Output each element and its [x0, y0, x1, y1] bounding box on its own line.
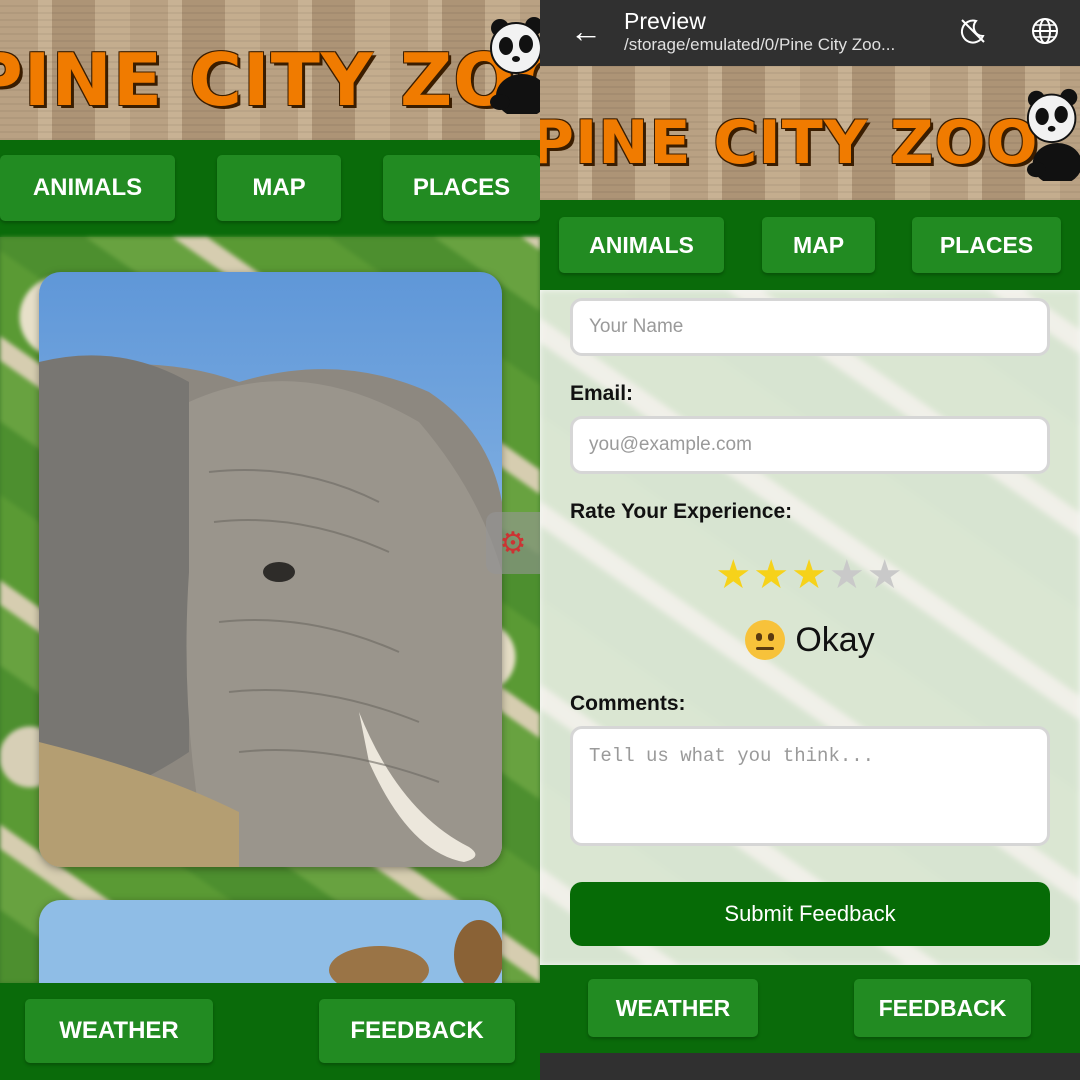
panda-logo: [490, 17, 540, 114]
submit-feedback-button[interactable]: Submit Feedback: [570, 882, 1050, 946]
rating-result: Okay: [540, 620, 1080, 660]
top-nav: ANIMALS MAP PLACES: [540, 200, 1080, 290]
nav-map-button[interactable]: MAP: [762, 217, 875, 273]
bottom-nav: WEATHER FEEDBACK: [0, 983, 540, 1080]
header-banner: PINE CITY ZOO: [540, 66, 1080, 200]
star-1-icon[interactable]: ★: [715, 552, 753, 598]
top-nav: ANIMALS MAP PLACES: [0, 140, 540, 237]
nav-animals-button[interactable]: ANIMALS: [559, 217, 724, 273]
rate-label: Rate Your Experience:: [570, 500, 793, 523]
nav-weather-button[interactable]: WEATHER: [588, 979, 758, 1037]
nav-feedback-button[interactable]: FEEDBACK: [319, 999, 515, 1063]
preview-file-path: /storage/emulated/0/Pine City Zoo...: [624, 35, 896, 54]
nav-map-button[interactable]: MAP: [217, 155, 341, 221]
feedback-form: Your Name Email: you@example.com Rate Yo…: [540, 290, 1080, 965]
name-input[interactable]: Your Name: [570, 298, 1050, 356]
settings-gear-icon[interactable]: ⚙: [486, 512, 540, 574]
preview-title: Preview: [624, 8, 706, 34]
left-app-screen: PINE CITY ZOO ANIMALS MAP PLACES: [0, 0, 540, 1080]
elephant-photo-card[interactable]: [39, 272, 502, 867]
header-banner: PINE CITY ZOO: [0, 0, 540, 140]
comments-textarea[interactable]: Tell us what you think...: [570, 726, 1050, 846]
back-arrow-icon[interactable]: ←: [570, 14, 602, 48]
elephant-photo: [39, 272, 502, 867]
email-input[interactable]: you@example.com: [570, 416, 1050, 474]
right-preview-screen: ← Preview /storage/emulated/0/Pine City …: [540, 0, 1080, 1080]
nav-places-button[interactable]: PLACES: [383, 155, 540, 221]
star-5-icon[interactable]: ★: [867, 552, 905, 598]
star-3-icon[interactable]: ★: [791, 552, 829, 598]
nav-places-button[interactable]: PLACES: [912, 217, 1061, 273]
bottom-nav: WEATHER FEEDBACK: [540, 965, 1080, 1053]
email-label: Email:: [570, 382, 634, 405]
panda-logo: [1026, 88, 1080, 181]
brand-title: PINE CITY ZOO: [540, 108, 1039, 178]
globe-icon[interactable]: [1026, 12, 1064, 50]
nav-feedback-button[interactable]: FEEDBACK: [854, 979, 1031, 1037]
system-nav-bar: [540, 1053, 1080, 1080]
nav-weather-button[interactable]: WEATHER: [25, 999, 213, 1063]
rating-text: Okay: [795, 620, 875, 659]
star-rating: ★★★★★: [540, 552, 1080, 598]
brand-title: PINE CITY ZOO: [0, 38, 540, 122]
neutral-face-icon: [745, 620, 786, 660]
nav-animals-button[interactable]: ANIMALS: [0, 155, 175, 221]
star-4-icon[interactable]: ★: [829, 552, 867, 598]
theme-toggle-icon[interactable]: [954, 12, 992, 50]
comments-label: Comments:: [570, 692, 686, 715]
preview-app-bar: ← Preview /storage/emulated/0/Pine City …: [540, 0, 1080, 66]
star-2-icon[interactable]: ★: [753, 552, 791, 598]
